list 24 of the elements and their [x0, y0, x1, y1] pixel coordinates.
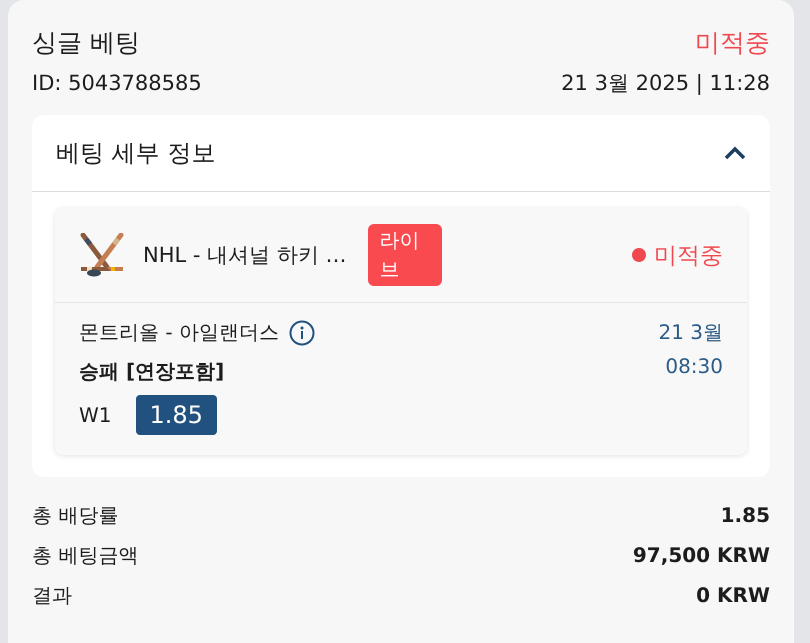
summary-label: 결과 — [32, 582, 72, 608]
status-dot-icon — [632, 248, 646, 262]
event-date: 21 3월 — [658, 319, 723, 346]
selection-label: W1 — [79, 403, 112, 427]
hockey-sticks-icon — [79, 233, 125, 277]
summary-value: 97,500 KRW — [632, 543, 770, 567]
event-time: 08:30 — [665, 354, 723, 378]
bet-datetime: 21 3월 2025 | 11:28 — [561, 70, 770, 97]
bet-id: ID: 5043788585 — [32, 71, 202, 95]
market-name: 승패 [연장포함] — [79, 358, 224, 385]
event-status: 미적중 — [654, 242, 723, 270]
match-name: 몬트리올 - 아일랜더스 — [79, 319, 279, 346]
odds-badge: 1.85 — [136, 395, 217, 435]
summary-label: 총 베팅금액 — [32, 542, 138, 568]
details-title: 베팅 세부 정보 — [56, 138, 216, 169]
summary-value: 1.85 — [720, 503, 770, 527]
summary-value: 0 KRW — [696, 583, 770, 607]
bet-status: 미적중 — [695, 27, 770, 59]
league-name: NHL - 내셔널 하키 … — [143, 242, 346, 269]
live-badge: 라이브 — [368, 224, 442, 286]
summary-label: 총 배당률 — [32, 502, 118, 528]
chevron-icon[interactable] — [724, 146, 746, 160]
bet-type: 싱글 베팅 — [32, 27, 140, 59]
info-icon[interactable] — [288, 320, 315, 346]
